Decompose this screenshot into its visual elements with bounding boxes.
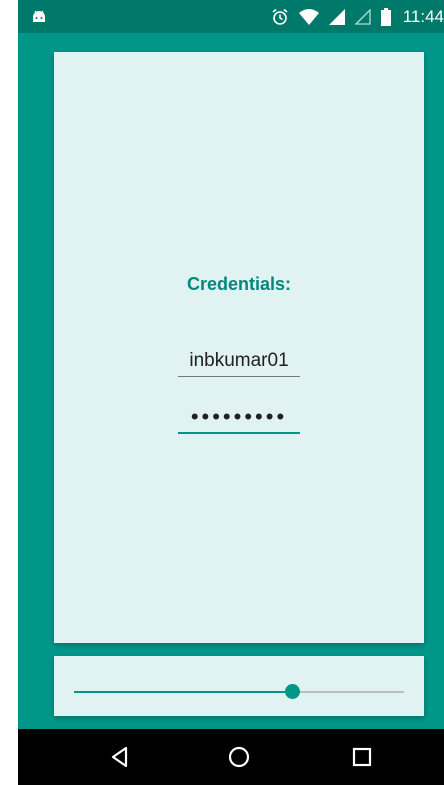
username-value: inbkumar01 <box>189 350 289 371</box>
recent-apps-icon[interactable] <box>348 743 376 771</box>
status-time: 11:44 <box>402 6 444 26</box>
slider-card <box>54 656 424 716</box>
wifi-icon <box>298 8 319 25</box>
signal-icon <box>328 8 345 25</box>
status-bar: 11:44 <box>18 0 444 33</box>
alarm-icon <box>272 8 288 25</box>
home-icon[interactable] <box>225 743 253 771</box>
navigation-bar <box>18 729 444 785</box>
android-icon <box>33 10 45 22</box>
back-icon[interactable] <box>106 743 134 771</box>
status-icons: 11:44 <box>261 0 444 33</box>
password-field[interactable]: ••••••••• <box>178 402 300 434</box>
username-field[interactable]: inbkumar01 <box>178 346 300 377</box>
credentials-title: Credentials: <box>186 274 292 294</box>
battery-icon <box>380 7 391 26</box>
slider-thumb[interactable] <box>284 684 300 699</box>
slider-fill <box>74 691 292 693</box>
password-value: ••••••••• <box>190 404 288 429</box>
slider-track[interactable] <box>74 684 404 699</box>
credentials-card: Credentials: inbkumar01 ••••••••• <box>54 52 424 643</box>
app-screen: 11:44 Credentials: inbkumar01 ••••••••• <box>18 0 444 785</box>
signal-empty-icon <box>354 8 371 25</box>
